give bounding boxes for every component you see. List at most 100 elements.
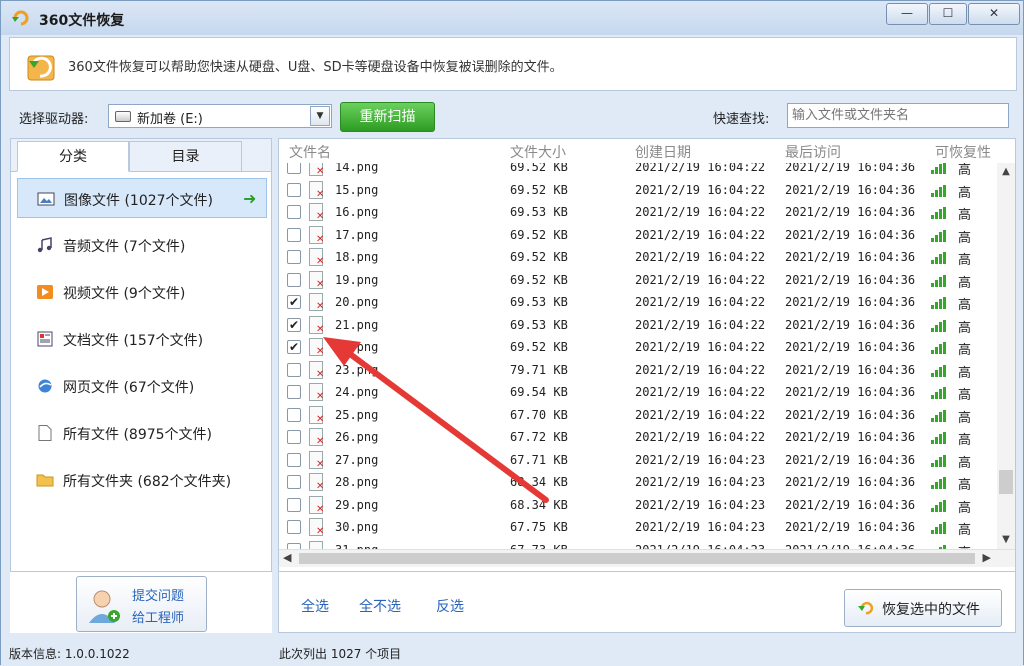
- submit-issue-button[interactable]: 提交问题 给工程师: [76, 576, 207, 632]
- table-row[interactable]: ✔ 21.png 69.53 KB 2021/2/19 16:04:22 2021/2/…: [279, 314, 997, 337]
- drive-select[interactable]: 新加卷 (E:) ▼: [108, 104, 332, 128]
- row-checkbox[interactable]: ✔: [287, 295, 301, 309]
- table-row[interactable]: 15.png 69.52 KB 2021/2/19 16:04:22 2021/2/1…: [279, 179, 997, 202]
- table-row[interactable]: 30.png 67.75 KB 2021/2/19 16:04:23 2021/2/1…: [279, 516, 997, 539]
- row-checkbox[interactable]: [287, 475, 301, 489]
- row-checkbox[interactable]: ✔: [287, 317, 301, 332]
- category-documents[interactable]: 文档文件 (157个文件): [17, 319, 267, 359]
- table-row[interactable]: 19.png 69.52 KB 2021/2/19 16:04:22 2021/2/1…: [279, 269, 997, 292]
- video-icon: [37, 285, 53, 299]
- row-checkbox[interactable]: [287, 430, 301, 444]
- file-size: 68.34 KB: [510, 475, 568, 489]
- table-row[interactable]: 27.png 67.71 KB 2021/2/19 16:04:23 2021/2/1…: [279, 449, 997, 472]
- tab-category[interactable]: 分类: [17, 141, 129, 172]
- header-created[interactable]: 创建日期: [635, 142, 691, 162]
- item-count: 此次列出 1027 个项目: [279, 647, 402, 661]
- maximize-button[interactable]: ☐: [929, 3, 967, 25]
- recoverability-level: 高: [958, 208, 972, 223]
- file-name: 18.png: [335, 250, 379, 264]
- scroll-up-icon[interactable]: ▲: [997, 163, 1015, 181]
- row-checkbox[interactable]: [287, 163, 301, 174]
- recoverability-level: 高: [958, 253, 972, 268]
- table-row[interactable]: 26.png 67.72 KB 2021/2/19 16:04:22 2021/2/1…: [279, 426, 997, 449]
- table-row[interactable]: 23.png 79.71 KB 2021/2/19 16:04:22 2021/2/1…: [279, 359, 997, 382]
- row-checkbox[interactable]: [287, 272, 301, 287]
- table-row[interactable]: ✔ 22.png 69.52 KB 2021/2/19 16:04:22 2021/2/…: [279, 336, 997, 359]
- deleted-file-icon: [309, 428, 324, 447]
- row-checkbox[interactable]: [287, 182, 301, 197]
- banner-text: 360文件恢复可以帮助您快速从硬盘、U盘、SD卡等硬盘设备中恢复被误删除的文件。: [68, 60, 563, 75]
- row-checkbox[interactable]: [287, 385, 301, 399]
- row-checkbox[interactable]: ✔: [287, 340, 301, 354]
- row-checkbox[interactable]: [287, 250, 301, 264]
- row-checkbox[interactable]: [287, 227, 301, 242]
- row-checkbox[interactable]: [287, 520, 301, 534]
- category-all-files[interactable]: 所有文件 (8975个文件): [17, 413, 267, 453]
- scroll-left-icon[interactable]: ◀: [283, 551, 291, 564]
- header-filesize[interactable]: 文件大小: [510, 142, 566, 162]
- select-none-link[interactable]: 全不选: [359, 596, 401, 616]
- file-icon: [38, 425, 52, 441]
- accessed-date: 2021/2/19 16:04:36: [785, 430, 916, 444]
- recoverability-level: 高: [958, 542, 971, 550]
- restore-icon: [858, 601, 874, 615]
- category-video[interactable]: 视频文件 (9个文件): [17, 272, 267, 312]
- table-row[interactable]: ✔ 20.png 69.53 KB 2021/2/19 16:04:22 2021/2/…: [279, 291, 997, 314]
- file-size: 69.53 KB: [510, 205, 568, 219]
- table-row[interactable]: 31.png67.73 KB2021/2/19 16:04:232021/2/1…: [279, 539, 997, 550]
- invert-selection-link[interactable]: 反选: [436, 596, 464, 616]
- row-checkbox[interactable]: [287, 452, 301, 467]
- rescan-button[interactable]: 重新扫描: [340, 102, 435, 132]
- close-button[interactable]: ✕: [968, 3, 1020, 25]
- recoverability-level: 高: [958, 163, 972, 178]
- header-recoverability[interactable]: 可恢复性: [935, 142, 991, 162]
- chevron-down-icon[interactable]: ▼: [310, 106, 330, 126]
- signal-bars-icon: [931, 252, 949, 264]
- deleted-file-icon: [309, 293, 324, 312]
- header-accessed[interactable]: 最后访问: [785, 142, 841, 162]
- horizontal-scroll-thumb[interactable]: [299, 553, 975, 564]
- row-checkbox[interactable]: [287, 407, 301, 422]
- minimize-button[interactable]: —: [886, 3, 928, 25]
- row-checkbox[interactable]: [287, 497, 301, 512]
- category-images[interactable]: 图像文件 (1027个文件) ➜: [17, 178, 267, 218]
- created-date: 2021/2/19 16:04:22: [635, 295, 766, 309]
- recoverability-level: 高: [958, 433, 972, 448]
- table-row[interactable]: 24.png 69.54 KB 2021/2/19 16:04:22 2021/2/1…: [279, 381, 997, 404]
- file-name: 23.png: [335, 362, 379, 377]
- category-all-folders[interactable]: 所有文件夹 (682个文件夹): [17, 460, 267, 500]
- file-name: 26.png: [335, 430, 379, 444]
- file-name: 16.png: [335, 205, 379, 219]
- scroll-down-icon[interactable]: ▼: [997, 531, 1015, 549]
- category-audio[interactable]: 音频文件 (7个文件): [17, 225, 267, 265]
- table-row[interactable]: 28.png 68.34 KB 2021/2/19 16:04:23 2021/2/1…: [279, 471, 997, 494]
- scroll-thumb[interactable]: [999, 470, 1013, 494]
- vertical-scrollbar[interactable]: ▲ ▼: [997, 163, 1015, 549]
- table-row[interactable]: 17.png 69.52 KB 2021/2/19 16:04:22 2021/2/1…: [279, 224, 997, 247]
- scroll-right-icon[interactable]: ▶: [983, 551, 991, 564]
- signal-bars-icon: [931, 207, 949, 219]
- file-size: 79.71 KB: [510, 362, 568, 377]
- horizontal-scrollbar[interactable]: ◀ ▶: [279, 549, 1015, 567]
- table-row[interactable]: 16.png 69.53 KB 2021/2/19 16:04:22 2021/2/1…: [279, 201, 997, 224]
- select-all-link[interactable]: 全选: [301, 596, 329, 616]
- category-web[interactable]: 网页文件 (67个文件): [17, 366, 267, 406]
- table-row[interactable]: 14.png 69.52 KB 2021/2/19 16:04:22 2021/2/1…: [279, 163, 997, 179]
- table-row[interactable]: 18.png 69.52 KB 2021/2/19 16:04:22 2021/2/1…: [279, 246, 997, 269]
- category-label: 音频文件 (7个文件): [63, 239, 186, 255]
- table-row[interactable]: 29.png 68.34 KB 2021/2/19 16:04:23 2021/2/1…: [279, 494, 997, 517]
- row-checkbox[interactable]: [287, 205, 301, 219]
- file-name: 20.png: [335, 295, 379, 309]
- recoverability-level: 高: [958, 230, 972, 246]
- file-list-panel: 文件名 文件大小 创建日期 最后访问 可恢复性 14.png 69.52 KB 20…: [278, 138, 1016, 633]
- restore-selected-button[interactable]: 恢复选中的文件: [844, 589, 1002, 627]
- created-date: 2021/2/19 16:04:22: [635, 272, 766, 287]
- accessed-date: 2021/2/19 16:04:36: [785, 250, 916, 264]
- quick-search-input[interactable]: [787, 103, 1009, 128]
- created-date: 2021/2/19 16:04:22: [635, 362, 766, 377]
- row-checkbox[interactable]: [287, 362, 301, 377]
- restore-logo-icon: [27, 55, 55, 81]
- table-row[interactable]: 25.png 67.70 KB 2021/2/19 16:04:22 2021/2/1…: [279, 404, 997, 427]
- header-filename[interactable]: 文件名: [289, 142, 331, 162]
- tab-directory[interactable]: 目录: [129, 141, 242, 172]
